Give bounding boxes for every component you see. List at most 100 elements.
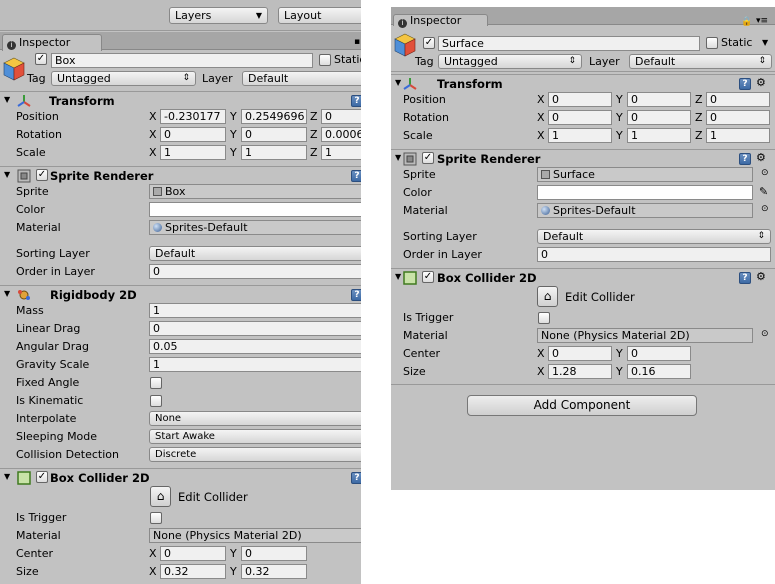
position-y-field[interactable]: 0.2549696 — [241, 109, 307, 124]
sprite-field[interactable]: Box — [149, 184, 361, 199]
center-y-field[interactable]: 0 — [627, 346, 691, 361]
add-component-button[interactable]: Add Component — [467, 395, 697, 416]
object-picker-icon[interactable]: ⊙ — [761, 329, 769, 339]
gravity-scale-field[interactable]: 1 — [149, 357, 361, 372]
sleeping-mode-dropdown[interactable]: Start Awake — [149, 429, 361, 444]
edit-collider-button[interactable]: ⌂ — [150, 486, 171, 507]
fold-arrow-icon[interactable]: ▼ — [4, 95, 10, 104]
tab-inspector[interactable]: i Inspector — [393, 14, 488, 28]
tab-inspector[interactable]: i Inspector — [2, 34, 102, 51]
material-field[interactable]: Sprites-Default — [149, 220, 361, 235]
object-name-field[interactable]: Box — [51, 53, 313, 68]
rotation-y-field[interactable]: 0 — [627, 110, 691, 125]
material-field[interactable]: Sprites-Default — [537, 203, 753, 218]
fold-arrow-icon[interactable]: ▼ — [4, 170, 10, 179]
active-checkbox[interactable]: ✓ — [35, 53, 47, 65]
component-enabled-checkbox[interactable]: ✓ — [36, 471, 48, 483]
center-x-field[interactable]: 0 — [548, 346, 612, 361]
object-picker-icon[interactable]: ⊙ — [761, 168, 769, 178]
tag-dropdown[interactable]: Untagged ⇕ — [438, 54, 582, 69]
angular-drag-field[interactable]: 0.05 — [149, 339, 361, 354]
size-x-field[interactable]: 0.32 — [160, 564, 226, 579]
fold-arrow-icon[interactable]: ▼ — [4, 472, 10, 481]
transform-header[interactable]: ▼ Transform ? ⚙ — [391, 74, 775, 92]
scale-z-field[interactable]: 1 — [706, 128, 770, 143]
fold-arrow-icon[interactable]: ▼ — [395, 272, 401, 281]
order-in-layer-field[interactable]: 0 — [149, 264, 361, 279]
sprite-renderer-header[interactable]: ▼ ✓ Sprite Renderer ? ⚙ — [391, 149, 775, 167]
color-field[interactable] — [149, 202, 361, 217]
sprite-field[interactable]: Surface — [537, 167, 753, 182]
collider-material-field[interactable]: None (Physics Material 2D) — [537, 328, 753, 343]
rotation-x-field[interactable]: 0 — [548, 110, 612, 125]
fold-arrow-icon[interactable]: ▼ — [395, 153, 401, 162]
order-in-layer-field[interactable]: 0 — [537, 247, 771, 262]
active-checkbox[interactable]: ✓ — [423, 37, 435, 49]
box-collider-header[interactable]: ▼ ✓ Box Collider 2D ? — [0, 468, 361, 486]
scale-y-field[interactable]: 1 — [627, 128, 691, 143]
edit-collider-button[interactable]: ⌂ — [537, 286, 558, 307]
center-x-field[interactable]: 0 — [160, 546, 226, 561]
gear-icon[interactable]: ⚙ — [756, 270, 766, 283]
is-trigger-checkbox[interactable] — [150, 512, 162, 524]
help-icon[interactable]: ? — [739, 78, 751, 90]
position-x-field[interactable]: -0.230177 — [160, 109, 226, 124]
fold-arrow-icon[interactable]: ▼ — [4, 289, 10, 298]
panel-menu-icon[interactable]: ▪ — [354, 35, 360, 49]
size-x-field[interactable]: 1.28 — [548, 364, 612, 379]
help-icon[interactable]: ? — [739, 153, 751, 165]
rotation-z-field[interactable]: 0.0006 — [321, 127, 361, 142]
static-checkbox[interactable] — [319, 54, 331, 66]
transform-header[interactable]: ▼ Transform ? — [0, 91, 361, 109]
component-enabled-checkbox[interactable]: ✓ — [422, 271, 434, 283]
component-enabled-checkbox[interactable]: ✓ — [36, 169, 48, 181]
rigidbody-header[interactable]: ▼ Rigidbody 2D ? — [0, 285, 361, 303]
sprite-renderer-header[interactable]: ▼ ✓ Sprite Renderer ? — [0, 166, 361, 184]
object-picker-icon[interactable]: ⊙ — [761, 204, 769, 214]
position-z-field[interactable]: 0 — [706, 92, 770, 107]
interpolate-dropdown[interactable]: None — [149, 411, 361, 426]
size-y-field[interactable]: 0.32 — [241, 564, 307, 579]
fixed-angle-checkbox[interactable] — [150, 377, 162, 389]
position-z-field[interactable]: 0 — [321, 109, 361, 124]
help-icon[interactable]: ? — [351, 95, 361, 107]
rotation-y-field[interactable]: 0 — [241, 127, 307, 142]
gear-icon[interactable]: ⚙ — [756, 76, 766, 89]
scale-y-field[interactable]: 1 — [241, 145, 307, 160]
position-y-field[interactable]: 0 — [627, 92, 691, 107]
sorting-layer-dropdown[interactable]: Default ⇕ — [537, 229, 771, 244]
color-field[interactable] — [537, 185, 753, 200]
scale-z-field[interactable]: 1 — [321, 145, 361, 160]
static-checkbox[interactable] — [706, 37, 718, 49]
component-enabled-checkbox[interactable]: ✓ — [422, 152, 434, 164]
eyedropper-icon[interactable]: ✎ — [759, 185, 768, 198]
help-icon[interactable]: ? — [351, 170, 361, 182]
rotation-x-field[interactable]: 0 — [160, 127, 226, 142]
help-icon[interactable]: ? — [351, 289, 361, 301]
help-icon[interactable]: ? — [351, 472, 361, 484]
linear-drag-field[interactable]: 0 — [149, 321, 361, 336]
tag-dropdown[interactable]: Untagged ⇕ — [51, 71, 196, 86]
is-trigger-checkbox[interactable] — [538, 312, 550, 324]
gear-icon[interactable]: ⚙ — [756, 151, 766, 164]
is-kinematic-checkbox[interactable] — [150, 395, 162, 407]
center-y-field[interactable]: 0 — [241, 546, 307, 561]
layers-dropdown[interactable]: Layers ▼ — [169, 7, 268, 24]
position-x-field[interactable]: 0 — [548, 92, 612, 107]
collision-detection-dropdown[interactable]: Discrete — [149, 447, 361, 462]
sorting-layer-dropdown[interactable]: Default — [149, 246, 361, 261]
object-name-field[interactable]: Surface — [438, 36, 700, 51]
fold-arrow-icon[interactable]: ▼ — [395, 78, 401, 87]
layer-dropdown[interactable]: Default ⇕ — [629, 54, 772, 69]
scale-x-field[interactable]: 1 — [160, 145, 226, 160]
collider-material-field[interactable]: None (Physics Material 2D) — [149, 528, 361, 543]
mass-field[interactable]: 1 — [149, 303, 361, 318]
size-y-field[interactable]: 0.16 — [627, 364, 691, 379]
layer-dropdown[interactable]: Default — [242, 71, 361, 86]
static-dropdown-arrow-icon[interactable]: ▼ — [762, 36, 768, 50]
layout-dropdown[interactable]: Layout — [278, 7, 361, 24]
rotation-z-field[interactable]: 0 — [706, 110, 770, 125]
help-icon[interactable]: ? — [739, 272, 751, 284]
box-collider-header[interactable]: ▼ ✓ Box Collider 2D ? ⚙ — [391, 268, 775, 286]
scale-x-field[interactable]: 1 — [548, 128, 612, 143]
